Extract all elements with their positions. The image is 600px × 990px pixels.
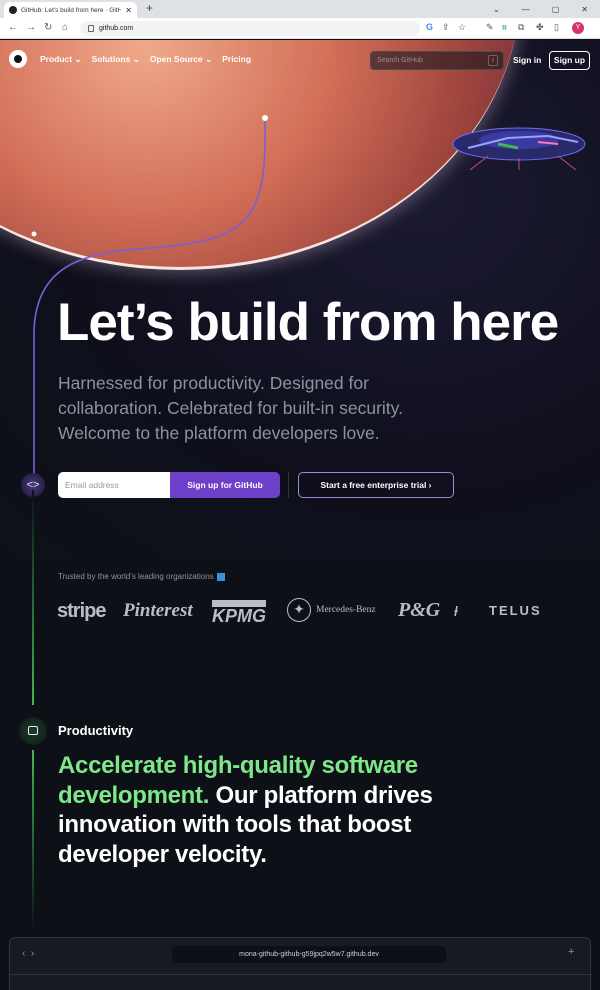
search-placeholder: Search GitHub	[377, 57, 423, 64]
editor-content-area	[10, 974, 592, 990]
new-tab-button[interactable]: +	[146, 1, 153, 15]
google-icon[interactable]: G	[426, 22, 433, 32]
forward-icon[interactable]: →	[26, 22, 36, 33]
github-logo-icon[interactable]	[9, 50, 27, 68]
bookmark-star-icon[interactable]: ☆	[458, 22, 466, 33]
search-input[interactable]: Search GitHub /	[370, 51, 504, 70]
tab-search-icon[interactable]: ⌄	[493, 5, 500, 14]
github-homepage: Product ⌄ Solutions ⌄ Open Source ⌄ Pric…	[0, 40, 600, 990]
eyedropper-icon[interactable]: ✎	[486, 22, 494, 33]
logo-pinterest: Pinterest	[123, 600, 193, 621]
nav-item-product[interactable]: Product ⌄	[40, 54, 82, 65]
logo-stripe: stripe	[57, 600, 106, 622]
enterprise-trial-button[interactable]: Start a free enterprise trial ›	[298, 472, 454, 498]
editor-new-tab-icon[interactable]: +	[568, 946, 574, 958]
share-icon[interactable]: ⇪	[442, 22, 450, 33]
sign-up-button[interactable]: Sign up	[549, 51, 590, 70]
nav-item-pricing[interactable]: Pricing	[222, 54, 251, 65]
lock-icon	[88, 25, 94, 32]
logo-telus: TELUS	[489, 603, 542, 618]
logo-pg: P&G	[398, 599, 441, 621]
maximize-icon[interactable]: ▢	[552, 5, 560, 14]
extension-green-icon[interactable]: ʀ	[502, 22, 507, 32]
browser-tab[interactable]: GitHub: Let's build from here · GitHub ✕	[4, 2, 137, 18]
reload-icon[interactable]: ↻	[44, 22, 52, 33]
logo-mercedes-benz: Mercedes-Benz	[316, 605, 376, 615]
trusted-label: Trusted by the world’s leading organizat…	[58, 572, 225, 581]
search-shortcut-icon: /	[488, 55, 498, 66]
company-logos: stripe Pinterest KPMG ✦ Mercedes-Benz P&…	[57, 596, 557, 626]
window-controls: ⌄ — ▢ ✕	[493, 0, 600, 18]
trusted-text: Trusted by the world’s leading organizat…	[58, 572, 214, 581]
close-window-icon[interactable]: ✕	[581, 5, 588, 14]
divider	[288, 472, 289, 498]
tab-title: GitHub: Let's build from here · GitHub	[21, 6, 122, 14]
top-navigation: Product ⌄ Solutions ⌄ Open Source ⌄ Pric…	[0, 40, 600, 80]
sidepanel-icon[interactable]: ▯	[554, 22, 559, 33]
productivity-headline: Accelerate high-quality software develop…	[58, 751, 498, 869]
nav-menu: Product ⌄ Solutions ⌄ Open Source ⌄ Pric…	[40, 54, 251, 65]
telus-mark-icon: ᵼ	[454, 600, 458, 620]
logo-kpmg: KPMG	[212, 600, 266, 625]
nav-item-open-source[interactable]: Open Source ⌄	[150, 54, 212, 65]
home-icon[interactable]: ⌂	[62, 22, 68, 33]
section-label-productivity: Productivity	[58, 723, 134, 738]
url-text: github.com	[99, 25, 134, 32]
minimize-icon[interactable]: —	[522, 5, 530, 14]
avatar[interactable]: Y	[572, 22, 584, 34]
editor-nav-arrows-icon[interactable]: ‹ ›	[22, 948, 34, 959]
codespace-preview-window: ‹ › mona-github-github-g59jpq2w5w7.githu…	[9, 937, 592, 990]
sign-up-for-github-button[interactable]: Sign up for GitHub	[170, 472, 280, 498]
github-favicon-icon	[9, 6, 17, 14]
close-tab-icon[interactable]: ✕	[125, 6, 132, 15]
browser-tab-bar: GitHub: Let's build from here · GitHub ✕…	[0, 0, 600, 18]
screenshot-icon[interactable]: ⧉	[518, 22, 524, 33]
address-bar: ← → ↻ ⌂ github.com G ⇪ ☆ ✎ ʀ ⧉ ✤ ▯ Y	[0, 18, 600, 39]
email-field[interactable]: Email address	[58, 472, 170, 498]
puzzle-icon[interactable]: ✤	[536, 22, 544, 33]
arrow-badge-icon	[216, 572, 225, 581]
sign-in-link[interactable]: Sign in	[513, 55, 541, 65]
editor-url-bar: mona-github-github-g59jpq2w5w7.github.de…	[172, 946, 446, 963]
back-icon[interactable]: ←	[8, 22, 18, 33]
mercedes-star-icon: ✦	[287, 598, 311, 622]
green-path-line	[32, 490, 34, 705]
briefcase-icon	[19, 717, 47, 745]
hero-subtitle: Harnessed for productivity. Designed for…	[58, 373, 403, 443]
url-field[interactable]: github.com	[80, 21, 420, 36]
editor-url-text: mona-github-github-g59jpq2w5w7.github.de…	[239, 951, 379, 958]
green-path-line-lower	[32, 750, 34, 930]
hero-title: Let’s build from here	[57, 293, 559, 352]
spaceship-illustration	[452, 127, 586, 170]
nav-item-solutions[interactable]: Solutions ⌄	[92, 54, 140, 65]
